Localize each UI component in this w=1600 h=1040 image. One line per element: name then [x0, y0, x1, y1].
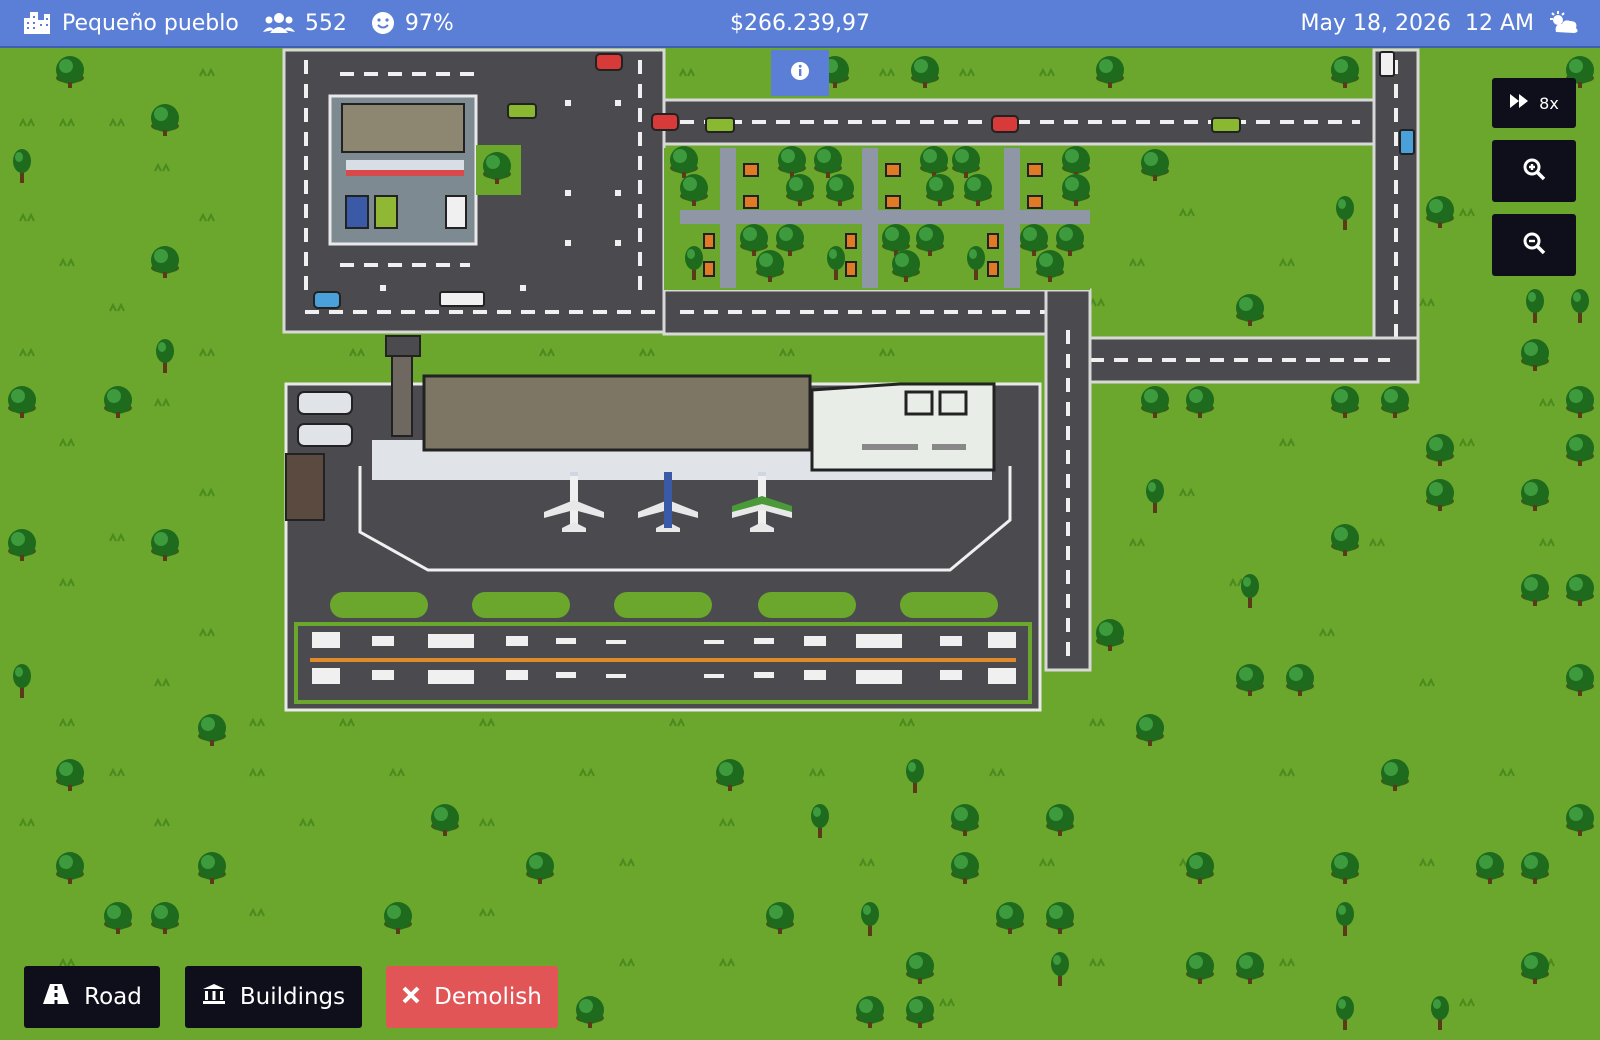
info-icon: [790, 61, 810, 85]
time-value: 12 AM: [1464, 10, 1534, 36]
date-value: May 18, 2026: [1300, 10, 1451, 36]
smiley-icon: [371, 11, 395, 35]
zoom-out-button[interactable]: [1492, 214, 1576, 276]
buildings-button[interactable]: Buildings: [185, 966, 362, 1028]
city-name: Pequeño pueblo: [62, 10, 239, 36]
zoom-in-icon: [1522, 157, 1546, 185]
road-icon: [42, 983, 70, 1011]
road-button[interactable]: Road: [24, 966, 160, 1028]
building-icon: [202, 983, 226, 1011]
speed-label: 8x: [1539, 93, 1559, 113]
fast-forward-icon: [1509, 93, 1529, 113]
happiness-value: 97%: [404, 10, 454, 36]
population-icon: [262, 11, 295, 35]
zoom-in-button[interactable]: [1492, 140, 1576, 202]
money-value: $266.239,97: [730, 10, 870, 36]
happiness-group: 97%: [371, 11, 454, 36]
partly-cloudy-icon: [1548, 10, 1580, 36]
info-button[interactable]: [771, 50, 829, 96]
game-speed-button[interactable]: 8x: [1492, 78, 1576, 128]
demolish-label: Demolish: [434, 984, 542, 1010]
city-icon: [22, 10, 52, 36]
buildings-label: Buildings: [239, 984, 346, 1010]
city-name-group[interactable]: Pequeño pueblo: [22, 10, 239, 36]
game-map[interactable]: [0, 0, 1600, 1040]
demolish-button[interactable]: Demolish: [386, 966, 558, 1028]
road-label: Road: [84, 984, 142, 1010]
close-icon: [402, 984, 420, 1010]
population-group: 552: [262, 10, 347, 36]
population-value: 552: [304, 10, 347, 36]
top-hud-bar: Pequeño pueblo 552 97% $266.239,97 May 1…: [0, 0, 1600, 48]
zoom-out-icon: [1522, 231, 1546, 259]
